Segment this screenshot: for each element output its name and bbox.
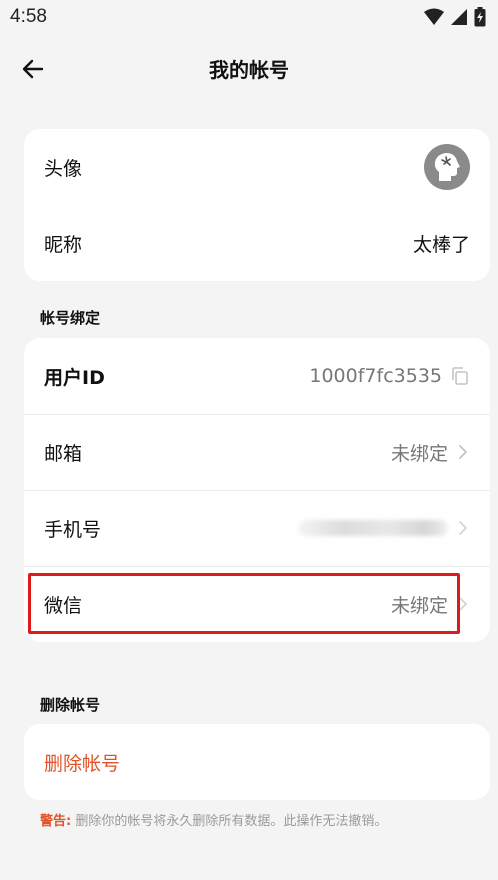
avatar-row[interactable]: 头像: [24, 129, 490, 205]
user-id-right: 1000f7fc3535: [309, 365, 470, 387]
arrow-left-icon: [22, 59, 44, 79]
email-right: 未绑定: [391, 439, 470, 466]
email-value: 未绑定: [390, 442, 448, 465]
app-bar: 我的帐号: [0, 40, 498, 96]
email-label: 邮箱: [44, 442, 83, 465]
battery-charging-icon: [474, 7, 486, 27]
delete-account-card: 删除帐号: [24, 724, 490, 800]
user-id-label: 用户ID: [44, 366, 105, 389]
status-icons: [424, 7, 486, 27]
phone-row[interactable]: 手机号: [24, 490, 490, 566]
user-id-row: 用户ID 1000f7fc3535: [24, 338, 490, 414]
wifi-icon: [424, 8, 444, 25]
warning-prefix: 警告:: [40, 814, 72, 829]
divider: [24, 490, 490, 491]
delete-account-section-title: 删除帐号: [40, 696, 101, 714]
nickname-row[interactable]: 昵称 太棒了: [24, 205, 490, 281]
delete-account-button[interactable]: 删除帐号: [24, 724, 490, 800]
warning-text: 删除你的帐号将永久删除所有数据。此操作无法撤销。: [75, 814, 388, 829]
divider: [24, 566, 490, 567]
nickname-value: 太棒了: [412, 233, 470, 256]
user-head-profile-icon: [434, 153, 460, 181]
phone-label: 手机号: [44, 518, 102, 541]
copy-icon[interactable]: [450, 366, 470, 386]
wechat-row[interactable]: 微信 未绑定: [24, 566, 490, 642]
nickname-label: 昵称: [44, 233, 83, 256]
avatar-label: 头像: [44, 157, 83, 180]
email-row[interactable]: 邮箱 未绑定: [24, 414, 490, 490]
wechat-right: 未绑定: [391, 591, 470, 618]
phone-right: [298, 518, 470, 538]
chevron-right-icon: [459, 521, 467, 535]
back-button[interactable]: [16, 52, 50, 86]
avatar[interactable]: [424, 144, 470, 190]
wechat-value: 未绑定: [390, 594, 448, 617]
chevron-right-icon: [459, 597, 467, 611]
status-time: 4:58: [10, 6, 47, 27]
account-binding-card: 用户ID 1000f7fc3535 邮箱 未绑定 手机号 微信 未绑定: [24, 338, 490, 642]
profile-card: 头像 昵称 太棒了: [24, 129, 490, 281]
delete-warning: 警告: 删除你的帐号将永久删除所有数据。此操作无法撤销。: [40, 810, 387, 829]
user-id-value: 1000f7fc3535: [309, 365, 442, 387]
status-bar: 4:58: [0, 0, 498, 34]
account-binding-section-title: 帐号绑定: [40, 309, 101, 327]
wechat-label: 微信: [44, 594, 83, 617]
page-title: 我的帐号: [209, 57, 289, 82]
chevron-right-icon: [459, 445, 467, 459]
cellular-signal-icon: [451, 9, 467, 25]
phone-value-redacted: [298, 520, 448, 536]
delete-account-label: 删除帐号: [44, 752, 121, 775]
divider: [24, 414, 490, 415]
